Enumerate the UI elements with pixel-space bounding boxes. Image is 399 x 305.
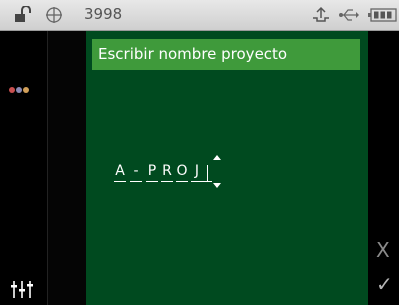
title-bar: Escribir nombre proyecto bbox=[92, 39, 360, 70]
dot-orange bbox=[23, 87, 29, 93]
name-char[interactable]: O bbox=[176, 163, 188, 182]
sliders-icon[interactable] bbox=[10, 279, 34, 299]
lock-open-icon bbox=[15, 6, 31, 22]
dot-blue bbox=[16, 87, 22, 93]
name-char[interactable]: R bbox=[161, 163, 173, 182]
right-action-bar: X ✓ bbox=[368, 31, 399, 305]
char-up-arrow-icon[interactable] bbox=[213, 155, 221, 160]
text-cursor bbox=[203, 163, 212, 182]
char-down-arrow-icon[interactable] bbox=[213, 183, 221, 188]
name-char[interactable]: A bbox=[114, 163, 126, 182]
confirm-button[interactable]: ✓ bbox=[376, 273, 393, 295]
name-char[interactable]: P bbox=[146, 163, 158, 182]
usb-icon bbox=[339, 9, 359, 21]
name-char[interactable]: J bbox=[191, 163, 203, 182]
left-sidebar bbox=[0, 31, 47, 305]
cancel-button[interactable]: X bbox=[376, 239, 390, 261]
page-title: Escribir nombre proyecto bbox=[98, 45, 288, 63]
side-strip bbox=[47, 31, 87, 305]
battery-icon bbox=[368, 8, 397, 22]
colored-dots-icon[interactable] bbox=[9, 78, 30, 97]
status-bar: 3998 bbox=[0, 0, 399, 31]
crosshair-icon bbox=[46, 7, 62, 23]
dot-red bbox=[9, 87, 15, 93]
project-name-panel: Escribir nombre proyecto A - P R O J bbox=[86, 31, 368, 305]
upload-icon bbox=[313, 6, 329, 22]
measurement-counter: 3998 bbox=[84, 5, 123, 23]
name-char[interactable]: - bbox=[130, 163, 142, 182]
